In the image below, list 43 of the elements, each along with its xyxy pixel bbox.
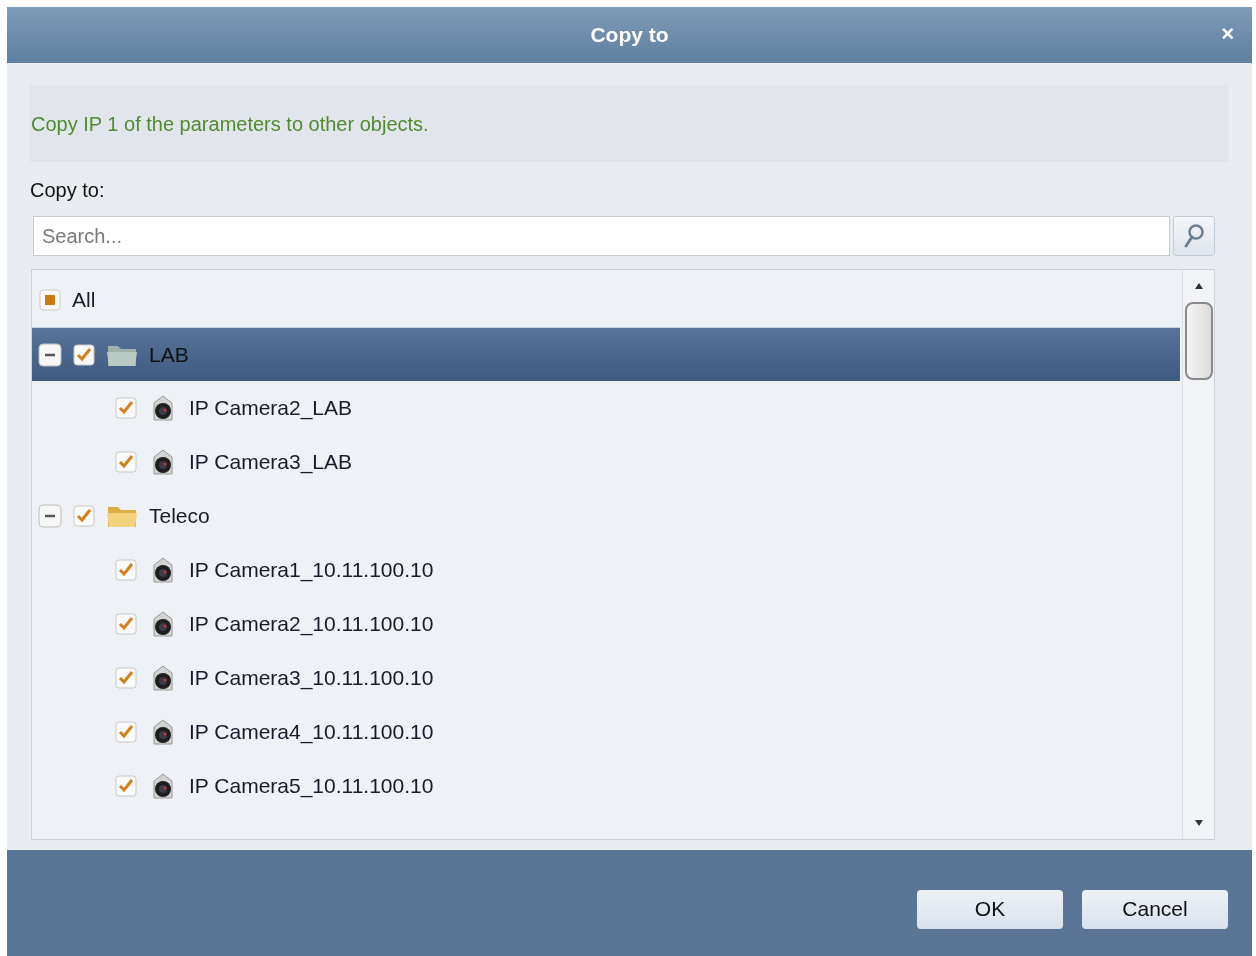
device-label: IP Camera1_10.11.100.10 bbox=[189, 557, 434, 584]
device-label: IP Camera2_10.11.100.10 bbox=[189, 611, 434, 638]
tree-row[interactable]: Teleco bbox=[32, 489, 1182, 543]
tree-row[interactable]: IP Camera5_10.11.100.10 bbox=[32, 759, 1182, 813]
collapse-toggle[interactable] bbox=[38, 342, 62, 367]
group-label: All bbox=[72, 287, 96, 314]
device-label: IP Camera3_LAB bbox=[189, 449, 353, 476]
search-field[interactable]: Search... bbox=[33, 216, 1170, 256]
scrollbar[interactable] bbox=[1182, 270, 1214, 839]
checkbox[interactable] bbox=[73, 343, 95, 366]
checkbox[interactable] bbox=[73, 505, 95, 527]
device-label: IP Camera3_10.11.100.10 bbox=[189, 665, 434, 692]
scroll-thumb[interactable] bbox=[1184, 302, 1213, 380]
checkbox[interactable] bbox=[115, 667, 137, 689]
device-label: IP Camera2_LAB bbox=[189, 395, 353, 422]
tree-row[interactable]: IP Camera4_10.11.100.10 bbox=[32, 705, 1182, 759]
window-title: Copy to bbox=[590, 22, 669, 49]
scroll-down-icon[interactable] bbox=[1193, 819, 1204, 827]
tree-row[interactable]: IP Camera3_10.11.100.10 bbox=[32, 651, 1182, 705]
tree-row[interactable]: IP Camera1_10.11.100.10 bbox=[32, 543, 1182, 597]
tree-row[interactable]: All bbox=[32, 273, 1182, 327]
checkbox[interactable] bbox=[115, 397, 137, 419]
search-icon bbox=[1183, 223, 1205, 249]
checkbox[interactable] bbox=[115, 451, 137, 473]
collapse-toggle[interactable] bbox=[38, 504, 62, 528]
group-label: LAB bbox=[149, 341, 189, 368]
checkbox[interactable] bbox=[115, 559, 137, 581]
checkbox[interactable] bbox=[115, 775, 137, 797]
dialog-button[interactable]: OK bbox=[917, 889, 1063, 929]
scroll-up-icon[interactable] bbox=[1193, 282, 1204, 290]
checkbox[interactable] bbox=[39, 289, 61, 311]
copy-to-label: Copy to: bbox=[30, 178, 105, 203]
checkbox[interactable] bbox=[115, 613, 137, 635]
dialog-button[interactable]: Cancel bbox=[1082, 889, 1228, 929]
tree-row[interactable]: IP Camera3_LAB bbox=[32, 435, 1182, 489]
tree-row[interactable]: IP Camera2_LAB bbox=[32, 381, 1182, 435]
tree-row[interactable]: IP Camera2_10.11.100.10 bbox=[32, 597, 1182, 651]
search-button[interactable] bbox=[1173, 216, 1215, 256]
info-message: Copy IP 1 of the parameters to other objects. bbox=[31, 111, 429, 137]
group-label: Teleco bbox=[149, 503, 210, 530]
device-label: IP Camera4_10.11.100.10 bbox=[189, 719, 434, 746]
device-label: IP Camera5_10.11.100.10 bbox=[189, 773, 434, 800]
checkbox[interactable] bbox=[115, 721, 137, 743]
